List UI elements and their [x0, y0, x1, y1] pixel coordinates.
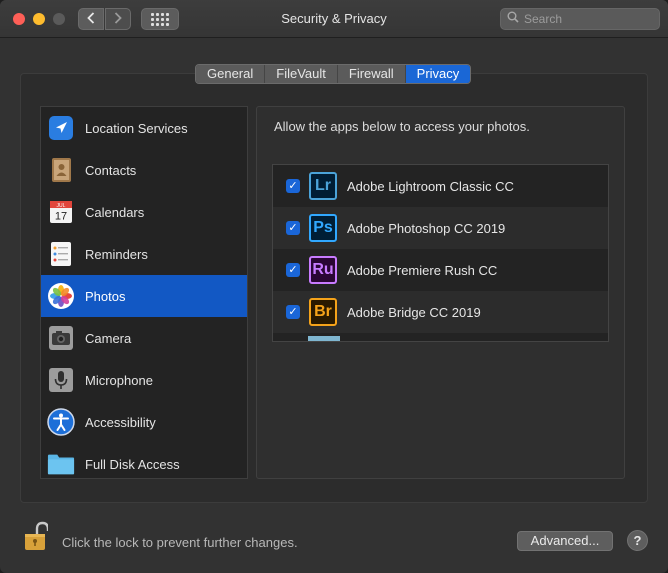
advanced-button[interactable]: Advanced... — [517, 531, 613, 551]
app-permission-list[interactable]: ✓ Lr Adobe Lightroom Classic CC ✓ Ps Ado… — [272, 164, 609, 342]
app-checkbox[interactable]: ✓ — [286, 221, 300, 235]
sidebar-item-calendars[interactable]: JUL 17 Calendars — [41, 191, 247, 233]
microphone-icon — [47, 366, 75, 394]
accessibility-icon — [47, 408, 75, 436]
tab-filevault[interactable]: FileVault — [265, 65, 338, 83]
sidebar-item-label: Reminders — [85, 246, 148, 262]
sidebar-item-label: Contacts — [85, 162, 137, 178]
folder-icon — [47, 450, 75, 478]
app-name: Adobe Bridge CC 2019 — [347, 304, 481, 320]
app-row-lightroom[interactable]: ✓ Lr Adobe Lightroom Classic CC — [273, 165, 608, 207]
tab-privacy[interactable]: Privacy — [405, 65, 471, 83]
reminders-list-icon — [47, 240, 75, 268]
sidebar-item-location-services[interactable]: Location Services — [41, 107, 247, 149]
sidebar-item-label: Microphone — [85, 372, 153, 388]
app-icon-partial — [308, 336, 340, 341]
checkmark-icon: ✓ — [288, 306, 298, 318]
calendar-day-text: 17 — [55, 211, 67, 223]
app-checkbox[interactable]: ✓ — [286, 263, 300, 277]
app-checkbox[interactable]: ✓ — [286, 305, 300, 319]
premiere-rush-app-icon: Ru — [309, 256, 337, 284]
checkmark-icon: ✓ — [288, 222, 298, 234]
lock-message: Click the lock to prevent further change… — [62, 535, 298, 550]
app-name: Adobe Premiere Rush CC — [347, 262, 498, 278]
tab-bar: General FileVault Firewall Privacy — [195, 64, 472, 84]
bridge-app-icon: Br — [309, 298, 337, 326]
contacts-book-icon — [47, 156, 75, 184]
sidebar-item-label: Accessibility — [85, 414, 156, 430]
search-input[interactable] — [524, 12, 654, 26]
app-name: Adobe Photoshop CC 2019 — [347, 220, 506, 236]
sidebar-item-label: Photos — [85, 288, 126, 304]
app-row-bridge[interactable]: ✓ Br Adobe Bridge CC 2019 — [273, 291, 608, 333]
sidebar-item-full-disk-access[interactable]: Full Disk Access — [41, 443, 247, 478]
checkmark-icon: ✓ — [288, 264, 298, 276]
unlocked-padlock-icon[interactable] — [24, 521, 50, 558]
tab-general[interactable]: General — [196, 65, 266, 83]
location-arrow-icon — [47, 114, 75, 142]
help-button[interactable]: ? — [627, 530, 648, 551]
app-row-partial — [273, 336, 608, 341]
sidebar-item-label: Full Disk Access — [85, 456, 180, 472]
security-privacy-window: Security & Privacy General FileVault Fir… — [0, 0, 668, 573]
search-icon — [507, 10, 519, 28]
photos-flower-icon — [47, 282, 75, 310]
app-name: Adobe Lightroom Classic CC — [347, 178, 514, 194]
sidebar-item-reminders[interactable]: Reminders — [41, 233, 247, 275]
sidebar-item-label: Camera — [85, 330, 132, 346]
calendar-month-text: JUL — [57, 203, 66, 209]
sidebar-item-label: Calendars — [85, 204, 145, 220]
tab-firewall[interactable]: Firewall — [337, 65, 406, 83]
sidebar-item-microphone[interactable]: Microphone — [41, 359, 247, 401]
sidebar-item-camera[interactable]: Camera — [41, 317, 247, 359]
sidebar-item-accessibility[interactable]: Accessibility — [41, 401, 247, 443]
photoshop-app-icon: Ps — [309, 214, 337, 242]
title-bar: Security & Privacy — [0, 0, 668, 38]
app-row-photoshop[interactable]: ✓ Ps Adobe Photoshop CC 2019 — [273, 207, 608, 249]
app-row-premiere-rush[interactable]: ✓ Ru Adobe Premiere Rush CC — [273, 249, 608, 291]
checkmark-icon: ✓ — [288, 180, 298, 192]
search-field[interactable] — [500, 8, 660, 30]
sidebar-item-label: Location Services — [85, 120, 188, 136]
sidebar-item-photos[interactable]: Photos — [41, 275, 247, 317]
camera-icon — [47, 324, 75, 352]
privacy-category-list: Location Services Contacts JUL 17 Calend… — [40, 106, 248, 479]
sidebar-item-contacts[interactable]: Contacts — [41, 149, 247, 191]
calendar-icon: JUL 17 — [47, 198, 75, 226]
privacy-description: Allow the apps below to access your phot… — [274, 119, 530, 134]
app-checkbox[interactable]: ✓ — [286, 179, 300, 193]
lightroom-app-icon: Lr — [309, 172, 337, 200]
